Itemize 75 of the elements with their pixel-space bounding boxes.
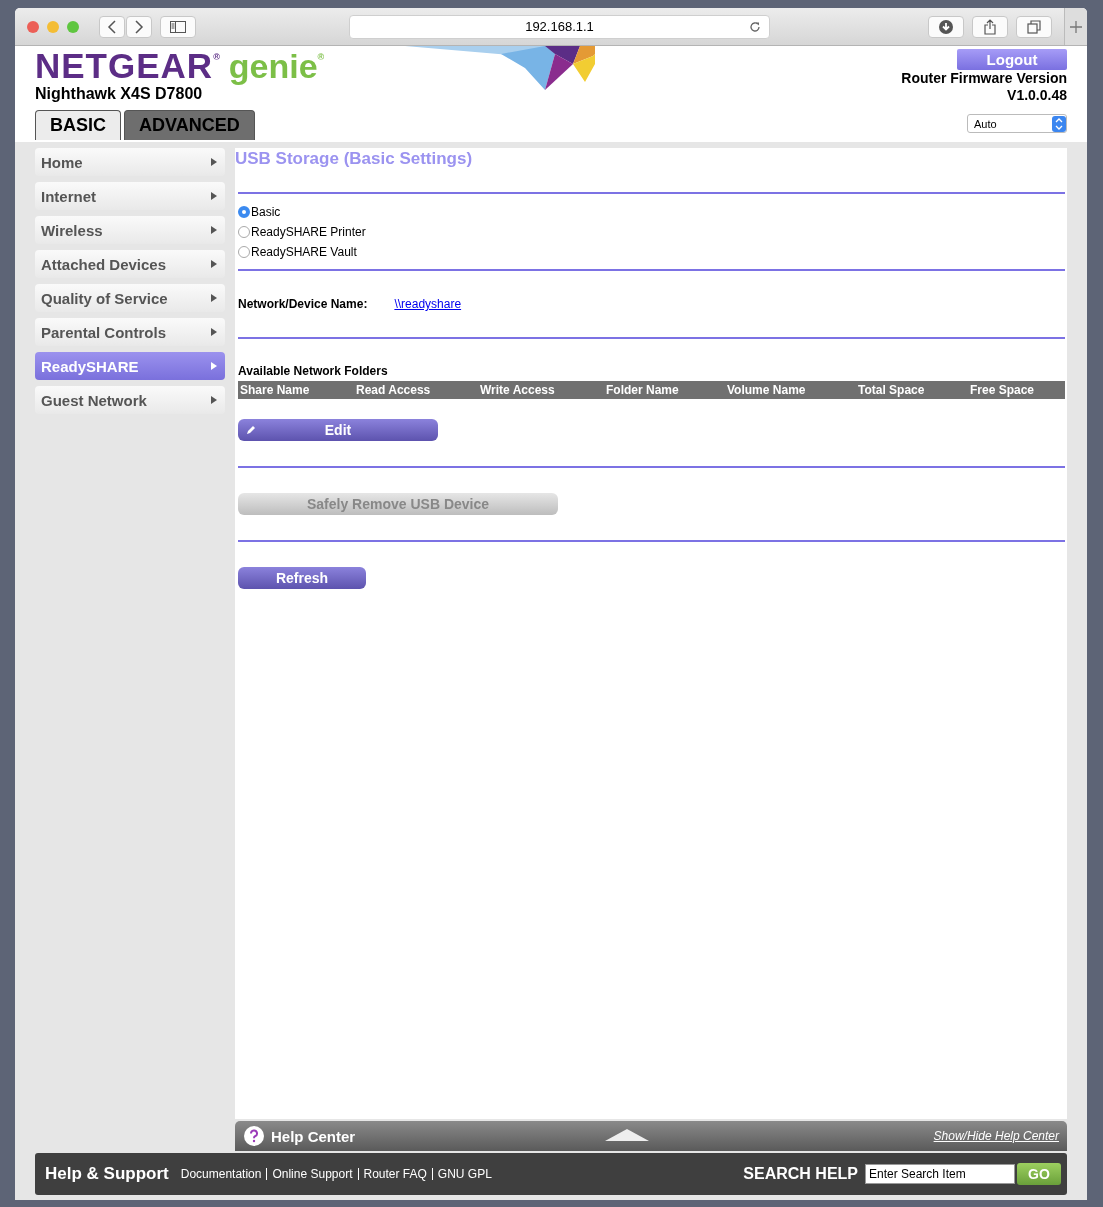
address-bar[interactable]: 192.168.1.1 [349, 14, 770, 39]
radio-label: Basic [251, 205, 281, 219]
language-select[interactable]: Auto [967, 114, 1067, 133]
footer-link[interactable]: Documentation [180, 1167, 262, 1181]
footer-link[interactable]: Router FAQ [363, 1167, 427, 1181]
firmware-label: Router Firmware Version [901, 70, 1067, 87]
column-header: Total Space [857, 383, 926, 397]
sidebar-item[interactable]: Internet [35, 182, 225, 210]
arrow-icon [211, 226, 217, 234]
router-model: Nighthawk X4S D7800 [35, 85, 204, 103]
download-icon [939, 19, 953, 34]
column-header: Volume Name [726, 383, 807, 397]
field-label: Network/Device Name: [238, 297, 368, 311]
sidebar-item[interactable]: ReadySHARE [35, 352, 225, 380]
sidebar-item[interactable]: Attached Devices [35, 250, 225, 278]
sidebar-item[interactable]: Wireless [35, 216, 225, 244]
tabs-button[interactable] [1016, 15, 1052, 38]
sidebar-item[interactable]: Quality of Service [35, 284, 225, 312]
sidebar-item[interactable]: Parental Controls [35, 318, 225, 346]
column-header: Folder Name [605, 383, 680, 397]
radio-button[interactable] [238, 206, 250, 218]
plus-icon [1070, 20, 1082, 33]
footer-title: Help & Support [45, 1164, 169, 1184]
help-center-title: Help Center [271, 1127, 356, 1145]
mode-tab[interactable]: ADVANCED [124, 110, 255, 140]
genie-logo: genie$^{®}$ [228, 47, 325, 86]
netgear-logo: NETGEAR$^{®}$ [35, 46, 221, 86]
back-icon [107, 19, 117, 34]
close-window-button[interactable] [27, 20, 39, 33]
arrow-icon [211, 158, 217, 166]
show-hide-link[interactable]: Show/Hide Help Center [933, 1129, 1059, 1143]
column-header: Free Space [969, 383, 1035, 397]
arrow-icon [211, 294, 217, 302]
expand-icon[interactable] [605, 1129, 649, 1141]
mode-tab[interactable]: BASIC [35, 110, 121, 140]
download-button[interactable] [928, 15, 964, 38]
section-title: Available Network Folders [238, 364, 388, 378]
sidebar-button[interactable] [160, 15, 196, 38]
radio-label: ReadySHARE Printer [251, 225, 366, 239]
zoom-window-button[interactable] [67, 20, 79, 33]
column-header: Write Access [479, 383, 556, 397]
search-field[interactable]: Enter Search Item [865, 1164, 1015, 1184]
refresh-button[interactable]: Refresh [238, 567, 366, 589]
arrow-icon [211, 260, 217, 268]
radio-button[interactable] [238, 226, 250, 238]
radio-label: ReadySHARE Vault [251, 245, 357, 259]
firmware-version: V1.0.0.48 [1007, 87, 1067, 104]
arrow-icon [211, 396, 217, 404]
share-link[interactable]: \\readyshare [394, 297, 462, 311]
sidebar-icon [170, 20, 186, 33]
arrow-icon [211, 328, 217, 336]
edit-button[interactable]: Edit [238, 419, 438, 441]
forward-button[interactable] [126, 15, 152, 38]
sidebar-item[interactable]: Home [35, 148, 225, 176]
new-tab-button[interactable] [1064, 8, 1087, 45]
forward-icon [134, 19, 144, 34]
footer-link[interactable]: Online Support [272, 1167, 353, 1181]
footer-link[interactable]: GNU GPL [437, 1167, 492, 1181]
help-icon [243, 1125, 265, 1147]
back-button[interactable] [99, 15, 125, 38]
share-icon [984, 18, 996, 35]
radio-button[interactable] [238, 246, 250, 258]
arrow-icon [211, 362, 217, 370]
sidebar-item[interactable]: Guest Network [35, 386, 225, 414]
stepper-icon [1052, 115, 1066, 132]
reload-icon[interactable] [749, 20, 761, 33]
search-label: SEARCH HELP [743, 1165, 858, 1183]
pencil-icon [246, 424, 257, 435]
url-text: 192.168.1.1 [525, 19, 594, 34]
column-header: Share Name [239, 383, 311, 397]
share-button[interactable] [972, 15, 1008, 38]
page-title: USB Storage (Basic Settings) [235, 149, 473, 169]
tabs-icon [1027, 19, 1041, 34]
column-header: Read Access [355, 383, 432, 397]
arrow-icon [211, 192, 217, 200]
